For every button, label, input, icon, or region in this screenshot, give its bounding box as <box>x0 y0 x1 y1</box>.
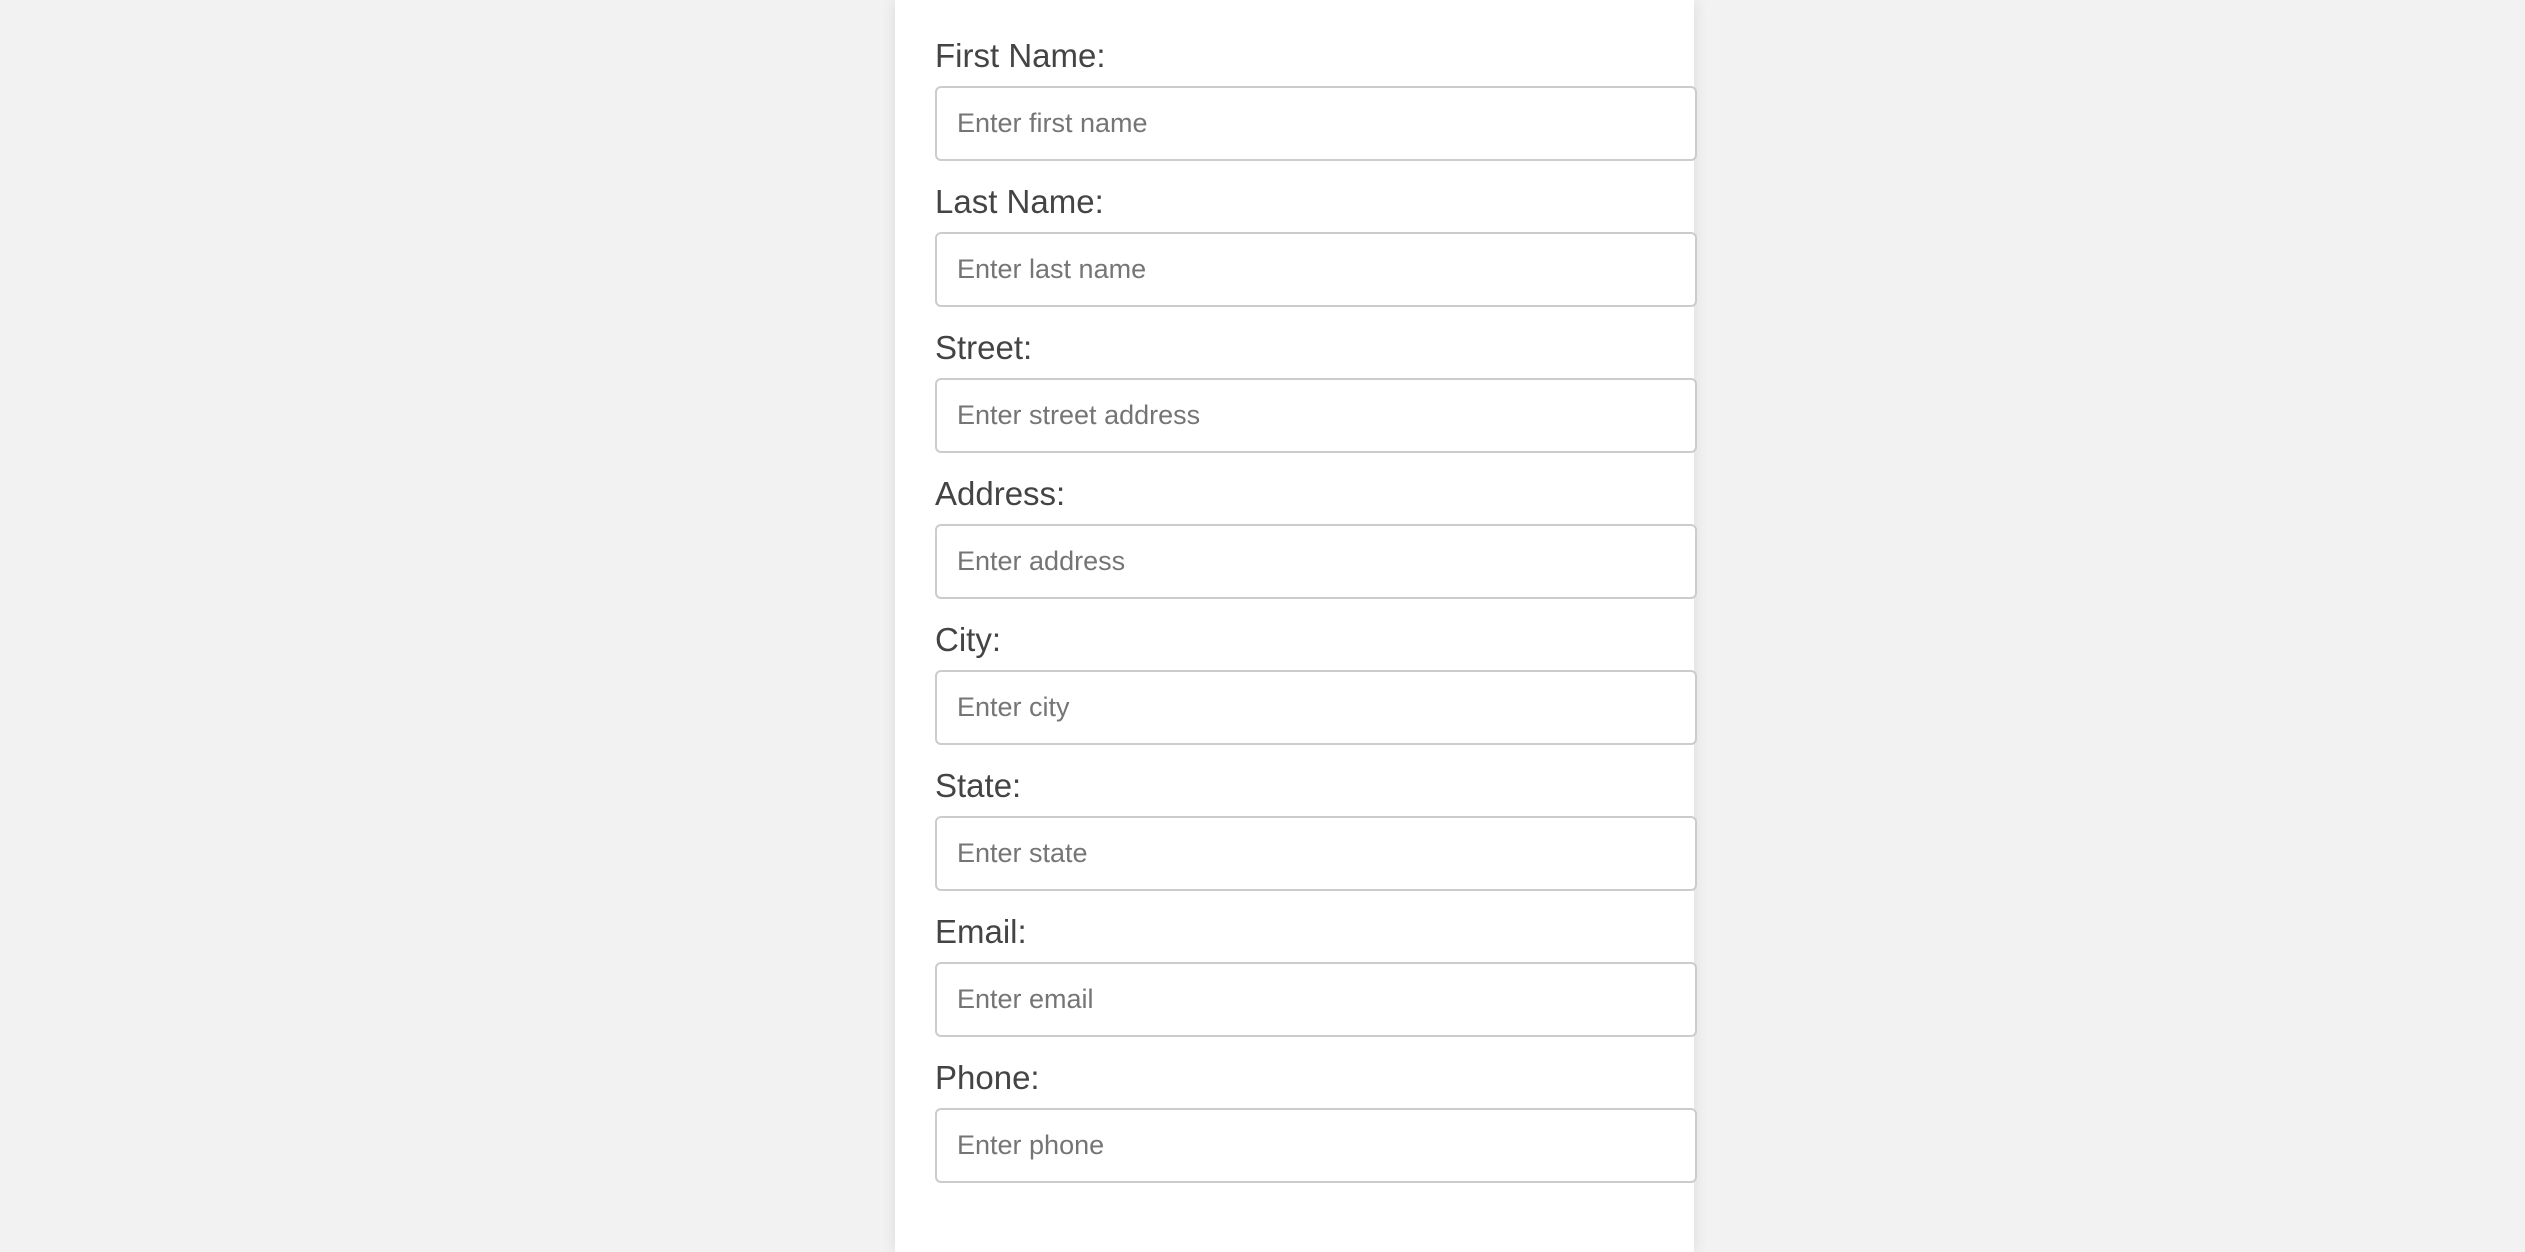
last-name-field-group: Last Name: <box>935 180 1697 332</box>
city-field-group: City: <box>935 618 1697 770</box>
phone-label: Phone: <box>935 1059 1040 1096</box>
street-label: Street: <box>935 329 1033 366</box>
form-card: First Name: Last Name: Street: Address: … <box>895 0 1697 1252</box>
address-input[interactable] <box>935 524 1697 599</box>
email-label: Email: <box>935 913 1027 950</box>
city-label: City: <box>935 621 1001 658</box>
email-input[interactable] <box>935 962 1697 1037</box>
address-label: Address: <box>935 475 1066 512</box>
last-name-input[interactable] <box>935 232 1697 307</box>
last-name-label: Last Name: <box>935 183 1104 220</box>
address-field-group: Address: <box>935 472 1697 624</box>
street-field-group: Street: <box>935 326 1697 478</box>
first-name-label: First Name: <box>935 37 1106 74</box>
first-name-input[interactable] <box>935 86 1697 161</box>
state-field-group: State: <box>935 764 1697 916</box>
city-input[interactable] <box>935 670 1697 745</box>
street-input[interactable] <box>935 378 1697 453</box>
state-input[interactable] <box>935 816 1697 891</box>
contact-form: First Name: Last Name: Street: Address: … <box>935 37 1697 1208</box>
phone-field-group: Phone: <box>935 1056 1697 1208</box>
phone-input[interactable] <box>935 1108 1697 1183</box>
email-field-group: Email: <box>935 910 1697 1062</box>
state-label: State: <box>935 767 1022 804</box>
first-name-field-group: First Name: <box>935 34 1697 186</box>
